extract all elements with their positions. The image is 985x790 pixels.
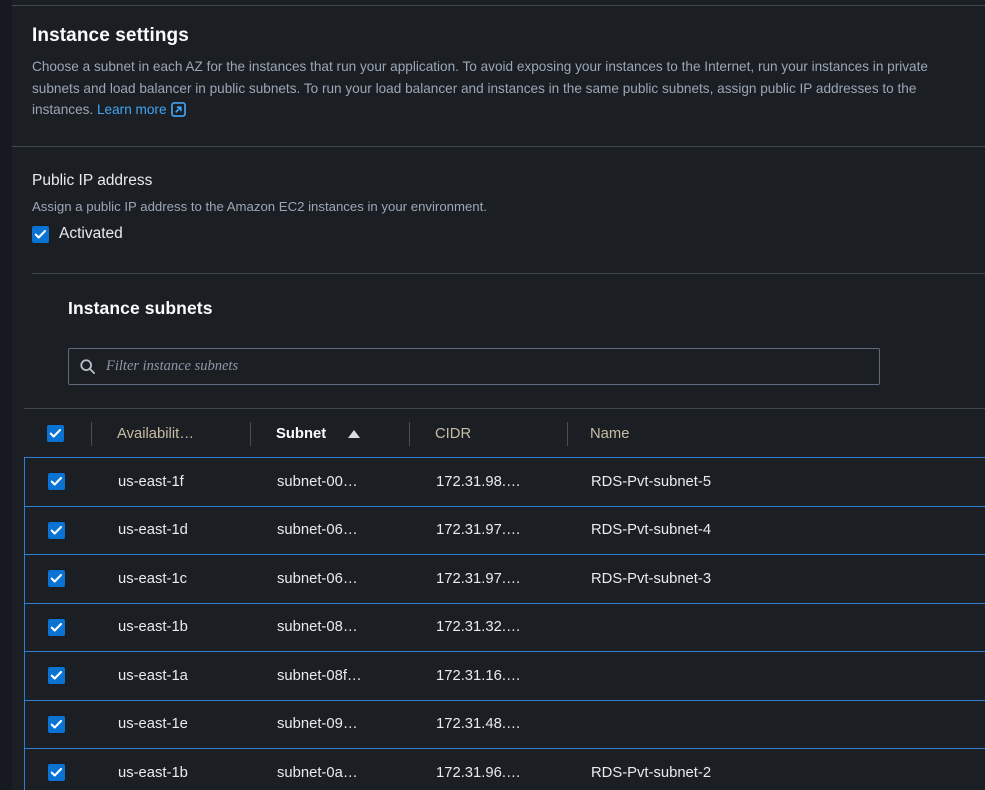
- column-divider: [567, 421, 568, 446]
- column-divider: [91, 421, 92, 446]
- cell-subnet: subnet-00…: [277, 473, 358, 490]
- cell-cidr: 172.31.98.…: [436, 473, 521, 490]
- column-header-label: Availabilit…: [117, 425, 195, 442]
- public-ip-field: Public IP address Assign a public IP add…: [32, 170, 962, 243]
- learn-more-link[interactable]: Learn more: [97, 102, 186, 117]
- page-title: Instance settings: [32, 25, 189, 46]
- cell-cidr: 172.31.48.…: [436, 716, 521, 733]
- column-header-name[interactable]: Name: [567, 409, 867, 459]
- public-ip-checkbox-label: Activated: [59, 225, 123, 242]
- table-header-row: Availabilit… Subnet CIDR Name: [24, 408, 985, 458]
- row-select-cell[interactable]: [25, 570, 92, 588]
- cell-availability-zone: us-east-1f: [118, 473, 184, 490]
- table-body: us-east-1f subnet-00… 172.31.98.… RDS-Pvt-s…: [24, 457, 985, 790]
- row-checkbox[interactable]: [48, 521, 65, 539]
- cell-cidr: 172.31.32.…: [436, 619, 521, 636]
- instance-subnets-table: Availabilit… Subnet CIDR Name us-east-1f…: [24, 408, 985, 790]
- search-icon: [79, 358, 96, 375]
- row-select-cell[interactable]: [25, 473, 92, 491]
- table-row[interactable]: us-east-1f subnet-00… 172.31.98.… RDS-Pvt-s…: [24, 457, 985, 507]
- table-row[interactable]: us-east-1e subnet-09… 172.31.48.…: [24, 699, 985, 749]
- row-checkbox[interactable]: [48, 618, 65, 636]
- cell-name: RDS-Pvt-subnet-2: [591, 764, 712, 781]
- cell-name: RDS-Pvt-subnet-5: [591, 473, 712, 490]
- column-divider: [409, 421, 410, 446]
- cell-subnet: subnet-09…: [277, 716, 358, 733]
- cell-subnet: subnet-0a…: [277, 764, 358, 781]
- cell-subnet: subnet-08f…: [277, 667, 362, 684]
- instance-settings-header: Instance settings Choose a subnet in eac…: [32, 24, 982, 121]
- cell-cidr: 172.31.97.…: [436, 522, 521, 539]
- column-header-cidr[interactable]: CIDR: [409, 409, 567, 459]
- column-header-label: Name: [590, 425, 630, 442]
- public-ip-label: Public IP address: [32, 172, 153, 189]
- subnet-filter-placeholder: Filter instance subnets: [106, 358, 239, 374]
- cell-name: RDS-Pvt-subnet-3: [591, 570, 712, 587]
- column-header-availability-zone[interactable]: Availabilit…: [91, 409, 250, 459]
- external-link-icon: [170, 102, 186, 117]
- column-divider: [250, 421, 251, 446]
- row-checkbox[interactable]: [48, 715, 65, 733]
- section-description: Choose a subnet in each AZ for the insta…: [32, 56, 977, 121]
- instance-settings-page: Instance settings Choose a subnet in eac…: [0, 0, 985, 790]
- top-divider: [12, 5, 985, 6]
- column-header-subnet[interactable]: Subnet: [250, 409, 409, 459]
- cell-cidr: 172.31.16.…: [436, 667, 521, 684]
- cell-cidr: 172.31.97.…: [436, 570, 521, 587]
- row-checkbox[interactable]: [48, 667, 65, 685]
- cell-cidr: 172.31.96.…: [436, 764, 521, 781]
- table-row[interactable]: us-east-1b subnet-08… 172.31.32.…: [24, 602, 985, 652]
- public-ip-checkbox[interactable]: [32, 225, 49, 243]
- cell-subnet: subnet-08…: [277, 619, 358, 636]
- row-select-cell[interactable]: [25, 715, 92, 733]
- instance-subnets-title: Instance subnets: [68, 298, 213, 318]
- table-row[interactable]: us-east-1b subnet-0a… 172.31.96.… RDS-Pvt-s…: [24, 748, 985, 790]
- row-select-cell[interactable]: [25, 667, 92, 685]
- row-checkbox[interactable]: [48, 473, 65, 491]
- public-ip-checkbox-row[interactable]: Activated: [32, 225, 962, 243]
- cell-availability-zone: us-east-1b: [118, 619, 188, 636]
- cell-availability-zone: us-east-1d: [118, 522, 188, 539]
- content-panel: Instance settings Choose a subnet in eac…: [12, 0, 985, 790]
- column-header-label: Subnet: [276, 425, 327, 442]
- public-ip-description: Assign a public IP address to the Amazon…: [32, 199, 487, 214]
- left-gutter: [0, 0, 12, 790]
- cell-name: RDS-Pvt-subnet-4: [591, 522, 712, 539]
- table-row[interactable]: us-east-1c subnet-06… 172.31.97.… RDS-Pvt-s…: [24, 554, 985, 604]
- row-select-cell[interactable]: [25, 521, 92, 539]
- row-checkbox[interactable]: [48, 764, 65, 782]
- table-row[interactable]: us-east-1d subnet-06… 172.31.97.… RDS-Pvt-s…: [24, 505, 985, 555]
- select-all-checkbox[interactable]: [47, 425, 64, 442]
- subnet-filter-input[interactable]: Filter instance subnets: [68, 348, 880, 385]
- caret-up-icon: [348, 429, 361, 438]
- cell-availability-zone: us-east-1e: [118, 716, 188, 733]
- learn-more-label: Learn more: [97, 102, 167, 117]
- table-row[interactable]: us-east-1a subnet-08f… 172.31.16.…: [24, 651, 985, 701]
- settings-divider: [12, 146, 985, 147]
- cell-subnet: subnet-06…: [277, 570, 358, 587]
- column-header-label: CIDR: [435, 425, 472, 442]
- row-checkbox[interactable]: [48, 570, 65, 588]
- cell-availability-zone: us-east-1a: [118, 667, 188, 684]
- cell-availability-zone: us-east-1b: [118, 764, 188, 781]
- cell-subnet: subnet-06…: [277, 522, 358, 539]
- cell-availability-zone: us-east-1c: [118, 570, 188, 587]
- row-select-cell[interactable]: [25, 764, 92, 782]
- row-select-cell[interactable]: [25, 618, 92, 636]
- select-all-header-cell[interactable]: [24, 409, 91, 459]
